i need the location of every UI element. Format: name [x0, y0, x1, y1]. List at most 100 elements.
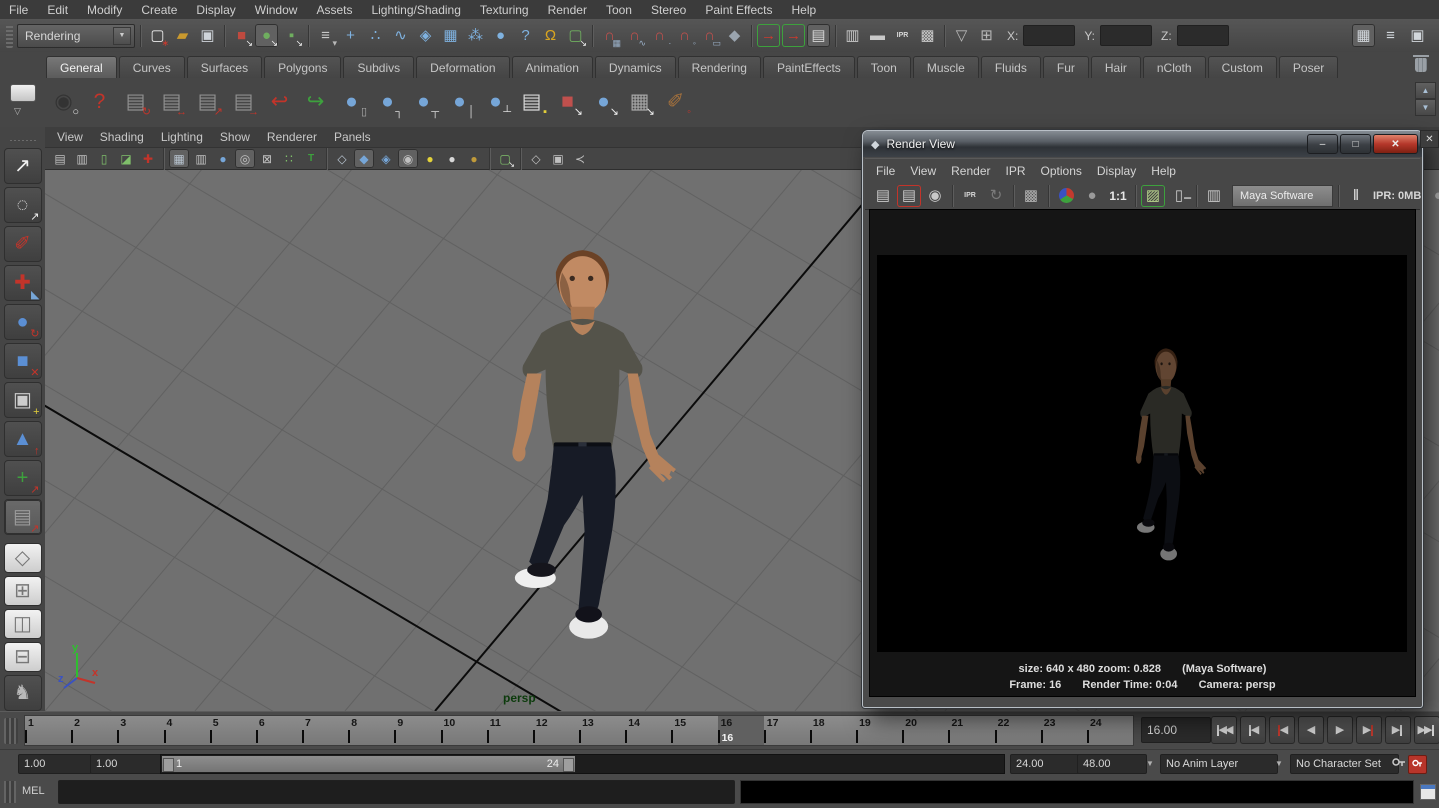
- shelf-tab-animation[interactable]: Animation: [512, 56, 593, 78]
- paint-selection-tool-icon[interactable]: ✐: [4, 226, 42, 262]
- render-view-menu-render[interactable]: Render: [951, 164, 990, 178]
- menu-toon[interactable]: Toon: [606, 3, 632, 17]
- rendered-image[interactable]: [877, 255, 1407, 652]
- joint-chain-icon-1[interactable]: ●┐: [372, 86, 403, 117]
- select-deformations-mask-icon[interactable]: ▦: [439, 24, 462, 47]
- layout-four-pane-icon[interactable]: ⊞: [4, 576, 42, 606]
- shelf-tab-deformation[interactable]: Deformation: [416, 56, 509, 78]
- anim-layer-field[interactable]: No Anim Layer: [1160, 754, 1278, 774]
- safe-title-icon[interactable]: T: [301, 149, 321, 168]
- close-icon[interactable]: ✕: [1420, 130, 1439, 148]
- wireframe-on-shaded-icon[interactable]: ◈: [376, 149, 396, 168]
- shelf-tab-fur[interactable]: Fur: [1043, 56, 1089, 78]
- shelf-tab-poser[interactable]: Poser: [1279, 56, 1338, 78]
- timeline-frame-11[interactable]: 11: [487, 716, 533, 745]
- set-key-icon[interactable]: [1392, 757, 1406, 775]
- current-time-field[interactable]: [1141, 717, 1211, 743]
- playblast-icon[interactable]: ◉○: [48, 86, 79, 117]
- shelf-tab-general[interactable]: General: [46, 56, 117, 78]
- region-render-icon[interactable]: ▩: [1019, 185, 1043, 207]
- menu-display[interactable]: Display: [196, 3, 235, 17]
- render-view-menu-help[interactable]: Help: [1151, 164, 1176, 178]
- refresh-ipr-icon[interactable]: ↻: [984, 185, 1008, 207]
- render-current-frame-icon[interactable]: ▬: [866, 24, 889, 47]
- animation-start-field[interactable]: [18, 754, 92, 774]
- panel-menu-renderer[interactable]: Renderer: [267, 130, 317, 144]
- timeline-frame-18[interactable]: 18: [810, 716, 856, 745]
- renderer-selector[interactable]: Maya Software: [1232, 185, 1333, 207]
- timeline-frame-13[interactable]: 13: [579, 716, 625, 745]
- render-view-menu-file[interactable]: File: [876, 164, 895, 178]
- select-rendering-mask-icon[interactable]: ●: [489, 24, 512, 47]
- undo-icon[interactable]: ↩: [264, 86, 295, 117]
- menu-set-selector[interactable]: Rendering ▼: [17, 24, 135, 48]
- playback-start-field[interactable]: [90, 754, 164, 774]
- snap-to-curves-icon[interactable]: ∩∿: [623, 24, 646, 47]
- rgb-channels-icon[interactable]: [1054, 185, 1078, 207]
- shelf-tab-painteffects[interactable]: PaintEffects: [763, 56, 855, 78]
- shelf-trash-icon[interactable]: [1415, 58, 1427, 72]
- menu-render[interactable]: Render: [548, 3, 587, 17]
- step-forward-one-key-button[interactable]: ▶: [1385, 716, 1411, 744]
- range-start-handle[interactable]: [163, 758, 174, 772]
- camera-attributes-icon[interactable]: ▥: [72, 149, 92, 168]
- snap-to-view-planes-icon[interactable]: ∩▭: [698, 24, 721, 47]
- joint-chain-icon-2[interactable]: ●┬: [408, 86, 439, 117]
- panel-menu-lighting[interactable]: Lighting: [161, 130, 203, 144]
- construction-history-icon[interactable]: ▤: [807, 24, 830, 47]
- mel-command-input[interactable]: [58, 780, 735, 804]
- timeline-frame-22[interactable]: 22: [995, 716, 1041, 745]
- menu-paint-effects[interactable]: Paint Effects: [705, 3, 772, 17]
- timeline-frame-15[interactable]: 15: [671, 716, 717, 745]
- menu-file[interactable]: File: [9, 3, 28, 17]
- timeline-frame-23[interactable]: 23: [1041, 716, 1087, 745]
- gate-mask-icon[interactable]: ◎: [235, 149, 255, 168]
- pause-ipr-icon[interactable]: ‖: [1344, 185, 1368, 207]
- snap-to-projected-center-icon[interactable]: ∩◦: [673, 24, 696, 47]
- render-view-menu-options[interactable]: Options: [1041, 164, 1082, 178]
- input-connections-icon[interactable]: →: [757, 24, 780, 47]
- output-connections-icon[interactable]: →: [782, 24, 805, 47]
- toolbox-grip[interactable]: [10, 140, 36, 141]
- selection-mask-dropdown-icon[interactable]: ≡▾: [314, 24, 337, 47]
- timeline-frame-17[interactable]: 17: [764, 716, 810, 745]
- attribute-editor-icon[interactable]: ▣: [1406, 24, 1429, 47]
- timeline-frame-7[interactable]: 7: [302, 716, 348, 745]
- channel-box-icon[interactable]: ▦: [1352, 24, 1375, 47]
- layout-single-pane-icon[interactable]: ◇: [4, 543, 42, 573]
- snapshot-icon[interactable]: ◉: [923, 185, 947, 207]
- timeline-frame-5[interactable]: 5: [210, 716, 256, 745]
- default-light-icon[interactable]: ●: [420, 149, 440, 168]
- safe-action-icon[interactable]: ∷: [279, 149, 299, 168]
- playback-range-bar[interactable]: 1 24: [162, 756, 575, 772]
- rotate-tool-icon[interactable]: ●↻: [4, 304, 42, 340]
- ipr-region-indicator-icon[interactable]: ●: [1426, 185, 1439, 207]
- render-settings-icon[interactable]: ▩: [916, 24, 939, 47]
- lock-selection-icon[interactable]: Ω: [539, 24, 562, 47]
- select-joints-mask-icon[interactable]: ∴: [364, 24, 387, 47]
- shelf-tab-toon[interactable]: Toon: [857, 56, 911, 78]
- timeline-frame-6[interactable]: 6: [256, 716, 302, 745]
- all-lights-icon[interactable]: ●: [464, 149, 484, 168]
- tool-settings-icon[interactable]: ≡: [1379, 24, 1402, 47]
- render-view-title-bar[interactable]: ◆ Render View – □ ✕: [863, 131, 1422, 157]
- menu-assets[interactable]: Assets: [316, 3, 352, 17]
- play-forwards-button[interactable]: ▶: [1327, 716, 1353, 744]
- shelf-tab-surfaces[interactable]: Surfaces: [187, 56, 262, 78]
- select-handles-mask-icon[interactable]: +: [339, 24, 362, 47]
- menu-lighting-shading[interactable]: Lighting/Shading: [371, 3, 460, 17]
- highlight-selection-icon[interactable]: ▢↘: [564, 24, 587, 47]
- command-line-grip[interactable]: [4, 781, 16, 803]
- y-coordinate-field[interactable]: [1100, 25, 1152, 46]
- delete-icon[interactable]: ●▯: [336, 86, 367, 117]
- close-button[interactable]: ✕: [1373, 134, 1418, 154]
- xray-icon[interactable]: ◇: [526, 149, 546, 168]
- timeline-frame-9[interactable]: 9: [394, 716, 440, 745]
- image-plane-icon[interactable]: ◪: [116, 149, 136, 168]
- step-back-one-frame-button[interactable]: ◀: [1269, 716, 1295, 744]
- menu-help[interactable]: Help: [792, 3, 817, 17]
- shelf-tab-muscle[interactable]: Muscle: [913, 56, 979, 78]
- auto-keyframe-icon[interactable]: [1408, 755, 1427, 774]
- script-editor-icon[interactable]: [1420, 784, 1436, 800]
- timeline-frame-20[interactable]: 20: [902, 716, 948, 745]
